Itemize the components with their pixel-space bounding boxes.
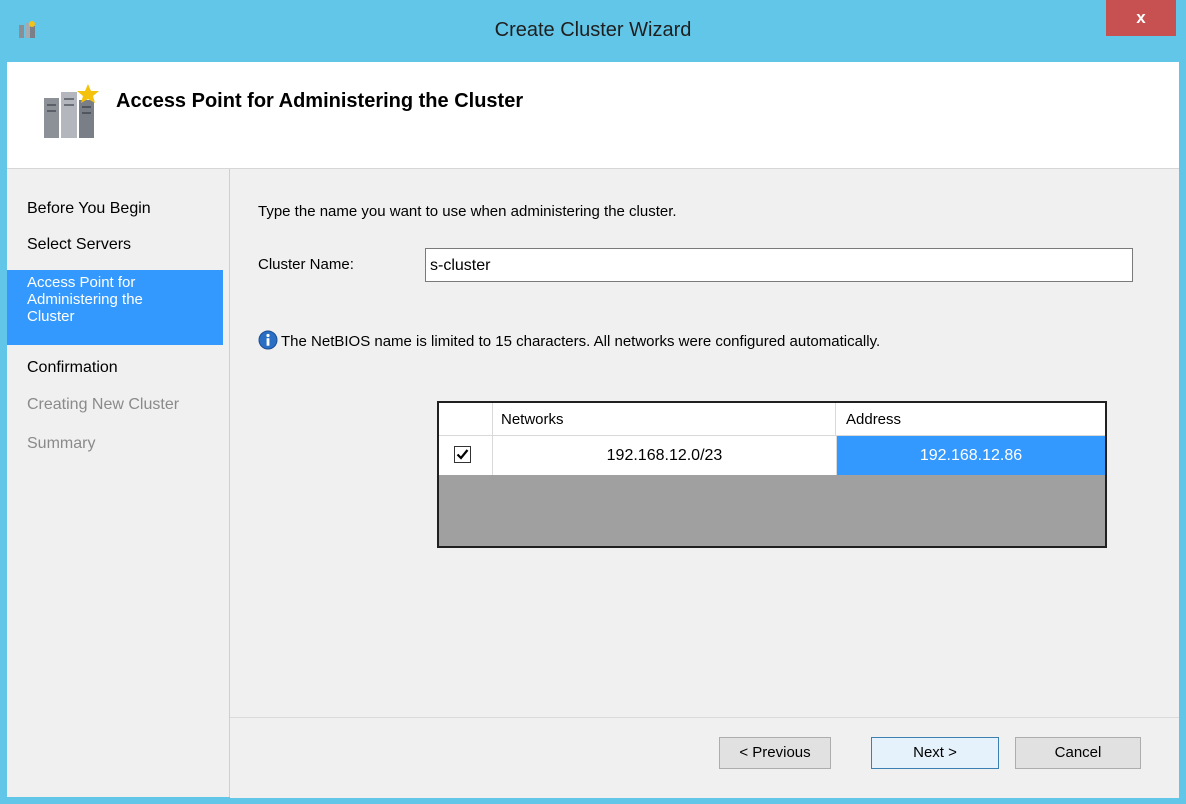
nav-step-select-servers[interactable]: Select Servers [7,236,223,254]
title-bar[interactable]: Create Cluster Wizard x [0,0,1186,62]
info-icon [258,330,278,350]
instruction-text: Type the name you want to use when admin… [258,203,677,220]
row-checkbox-cell [439,436,493,475]
wizard-header: Access Point for Administering the Clust… [7,62,1179,169]
wizard-window: Create Cluster Wizard x Access Point for… [0,0,1186,804]
wizard-footer: < Previous Next > Cancel [230,717,1179,798]
grid-header: Networks Address [439,403,1105,436]
nav-step-before-you-begin[interactable]: Before You Begin [7,200,223,218]
wizard-content: Type the name you want to use when admin… [230,169,1179,717]
nav-step-creating-new-cluster: Creating New Cluster [27,396,180,413]
nav-step-summary: Summary [27,435,96,452]
previous-button[interactable]: < Previous [719,737,831,769]
info-text: The NetBIOS name is limited to 15 charac… [281,333,881,350]
next-button[interactable]: Next > [871,737,999,769]
cluster-servers-icon [44,84,99,138]
row-address-cell[interactable]: 192.168.12.86 [837,436,1105,475]
row-network-cell[interactable]: 192.168.12.0/23 [493,436,837,475]
nav-step-access-point-line-1: Access Point for [27,274,136,291]
checkmark-icon [456,449,469,460]
nav-step-confirmation[interactable]: Confirmation [7,359,223,377]
nav-step-access-point-line-2: Administering the [27,291,143,308]
networks-grid: Networks Address 192.168.12.0/23 192.168… [437,401,1107,548]
cancel-button[interactable]: Cancel [1015,737,1141,769]
nav-step-access-point[interactable]: Access Point for Administering the Clust… [7,270,223,345]
network-checkbox[interactable] [454,446,471,463]
cluster-name-label: Cluster Name: [258,256,354,273]
wizard-steps-nav: Before You Begin Select Servers Access P… [7,169,230,797]
cluster-name-input[interactable] [425,248,1133,282]
page-title: Access Point for Administering the Clust… [116,90,524,112]
info-message: The NetBIOS name is limited to 15 charac… [258,330,880,350]
close-button[interactable]: x [1106,0,1176,36]
table-row[interactable]: 192.168.12.0/23 192.168.12.86 [439,436,1105,475]
window-title: Create Cluster Wizard [494,19,692,41]
grid-header-checkbox-col [439,403,493,435]
grid-header-networks[interactable]: Networks [493,403,836,435]
nav-step-access-point-line-3: Cluster [27,308,75,325]
grid-header-address[interactable]: Address [837,403,1105,435]
